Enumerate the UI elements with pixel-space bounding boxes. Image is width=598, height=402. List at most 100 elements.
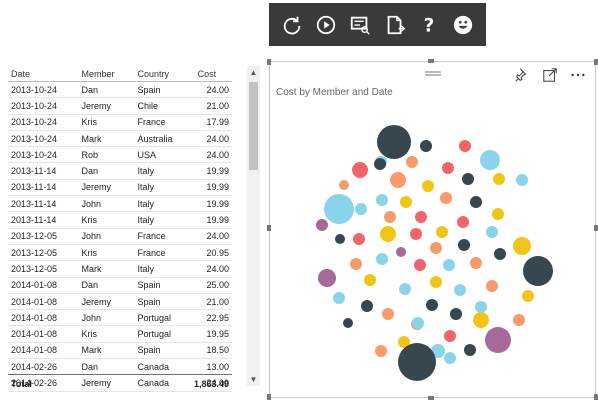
bubble-point[interactable]	[343, 318, 353, 328]
bubble-point[interactable]	[436, 226, 448, 238]
bubble-point[interactable]	[450, 308, 462, 320]
bubble-point[interactable]	[376, 194, 388, 206]
bubble-point[interactable]	[480, 150, 500, 170]
bubble-point[interactable]	[398, 343, 436, 381]
bubble-point[interactable]	[458, 239, 470, 251]
table-row[interactable]: 2013-12-05 Mark Italy 24.00	[8, 260, 232, 278]
vertical-scrollbar[interactable]: ▲ ▼	[247, 66, 260, 386]
bubble-point[interactable]	[375, 345, 387, 357]
bubble-point[interactable]	[430, 242, 442, 254]
bubble-point[interactable]	[420, 140, 432, 152]
table-row[interactable]: 2014-01-08 Jeremy Spain 21.00	[8, 293, 232, 311]
table-row[interactable]: 2014-02-26 Dan Canada 13.00	[8, 358, 232, 376]
column-header-country[interactable]: Country	[134, 66, 195, 82]
column-header-date[interactable]: Date	[8, 66, 79, 82]
bubble-point[interactable]	[400, 196, 412, 208]
bubble-point[interactable]	[355, 203, 367, 215]
bubble-point[interactable]	[364, 274, 376, 286]
bubble-point[interactable]	[410, 228, 422, 240]
bubble-point[interactable]	[352, 162, 368, 178]
bubble-point[interactable]	[485, 327, 511, 353]
resize-handle-bottom-right[interactable]	[594, 394, 598, 400]
bubble-point[interactable]	[377, 125, 411, 159]
resize-handle-top-left[interactable]	[267, 59, 271, 65]
bubble-point[interactable]	[454, 284, 466, 296]
bubble-point[interactable]	[382, 308, 394, 320]
bubble-point[interactable]	[470, 257, 482, 269]
table-row[interactable]: 2013-10-24 Rob USA 24.00	[8, 146, 232, 164]
resize-handle-right[interactable]	[594, 225, 598, 231]
bubble-point[interactable]	[486, 280, 498, 292]
bubble-point[interactable]	[399, 283, 411, 295]
table-row[interactable]: 2013-10-24 Dan Spain 24.00	[8, 81, 232, 99]
column-header-cost[interactable]: Cost	[194, 66, 232, 82]
bubble-point[interactable]	[440, 192, 452, 204]
bubble-point[interactable]	[486, 226, 498, 238]
bubble-point[interactable]	[444, 330, 456, 342]
bubble-point[interactable]	[457, 216, 469, 228]
bubble-point[interactable]	[494, 248, 506, 260]
bubble-point[interactable]	[384, 211, 396, 223]
bubble-point[interactable]	[470, 196, 482, 208]
bubble-point[interactable]	[473, 312, 489, 328]
bubble-point[interactable]	[444, 352, 456, 364]
table-row[interactable]: 2014-01-08 Dan Spain 25.00	[8, 277, 232, 294]
table-row[interactable]: 2013-11-14 Dan Italy 19.99	[8, 162, 232, 180]
resize-handle-bottom[interactable]	[428, 396, 434, 400]
refresh-button[interactable]	[279, 12, 305, 38]
bubble-point[interactable]	[513, 314, 525, 326]
bubble-point[interactable]	[442, 162, 454, 174]
bubble-point[interactable]	[380, 226, 396, 242]
bubble-point[interactable]	[353, 233, 365, 245]
bubble-point[interactable]	[430, 276, 442, 288]
bubble-point[interactable]	[324, 194, 354, 224]
bubble-point[interactable]	[443, 259, 455, 271]
bubble-point[interactable]	[390, 172, 406, 188]
table-row[interactable]: 2013-10-24 Kris France 17.99	[8, 114, 232, 131]
bubble-point[interactable]	[339, 180, 349, 190]
bubble-point[interactable]	[376, 253, 388, 265]
present-button[interactable]	[347, 12, 373, 38]
bubble-point[interactable]	[492, 208, 504, 220]
bubble-point[interactable]	[459, 140, 471, 152]
scroll-thumb[interactable]	[249, 82, 258, 170]
resize-handle-top[interactable]	[428, 59, 434, 63]
bubble-point[interactable]	[361, 300, 373, 312]
table-row[interactable]: 2013-11-14 Kris Italy 19.99	[8, 211, 232, 229]
table-row[interactable]: 2014-01-08 Kris Portugal 19.95	[8, 325, 232, 343]
export-button[interactable]	[382, 12, 408, 38]
bubble-point[interactable]	[406, 156, 418, 168]
smiley-button[interactable]	[450, 12, 476, 38]
bubble-point[interactable]	[412, 317, 424, 329]
table-row[interactable]: 2013-12-05 Kris France 20.95	[8, 244, 232, 262]
bubble-point[interactable]	[396, 247, 406, 257]
scroll-up-arrow-icon[interactable]: ▲	[247, 66, 260, 79]
resize-handle-top-right[interactable]	[594, 59, 598, 65]
table-row[interactable]: 2013-11-14 Jeremy Italy 19.99	[8, 179, 232, 197]
bubble-point[interactable]	[316, 219, 328, 231]
bubble-point[interactable]	[374, 158, 386, 170]
scroll-down-arrow-icon[interactable]: ▼	[247, 373, 260, 386]
column-header-member[interactable]: Member	[78, 66, 135, 82]
resize-handle-left[interactable]	[267, 225, 271, 231]
resize-handle-bottom-left[interactable]	[267, 394, 271, 400]
help-button[interactable]: ?	[416, 12, 442, 38]
table-row[interactable]: 2014-01-08 John Portugal 22.95	[8, 309, 232, 327]
bubble-point[interactable]	[333, 292, 345, 304]
bubble-point[interactable]	[335, 234, 345, 244]
table-row[interactable]: 2013-10-24 Jeremy Chile 21.00	[8, 97, 232, 115]
table-row[interactable]: 2013-10-24 Mark Australia 24.00	[8, 130, 232, 148]
bubble-point[interactable]	[516, 174, 528, 186]
bubble-point[interactable]	[493, 173, 505, 185]
table-row[interactable]: 2013-12-05 John France 24.00	[8, 228, 232, 245]
bubble-point[interactable]	[318, 269, 336, 287]
play-button[interactable]	[313, 12, 339, 38]
bubble-point[interactable]	[415, 211, 427, 223]
bubble-point[interactable]	[522, 290, 534, 302]
bubble-point[interactable]	[462, 173, 474, 185]
bubble-point[interactable]	[523, 256, 553, 286]
bubble-point[interactable]	[422, 180, 434, 192]
bubble-point[interactable]	[426, 299, 438, 311]
bubble-point[interactable]	[475, 301, 487, 313]
bubble-point[interactable]	[513, 237, 531, 255]
